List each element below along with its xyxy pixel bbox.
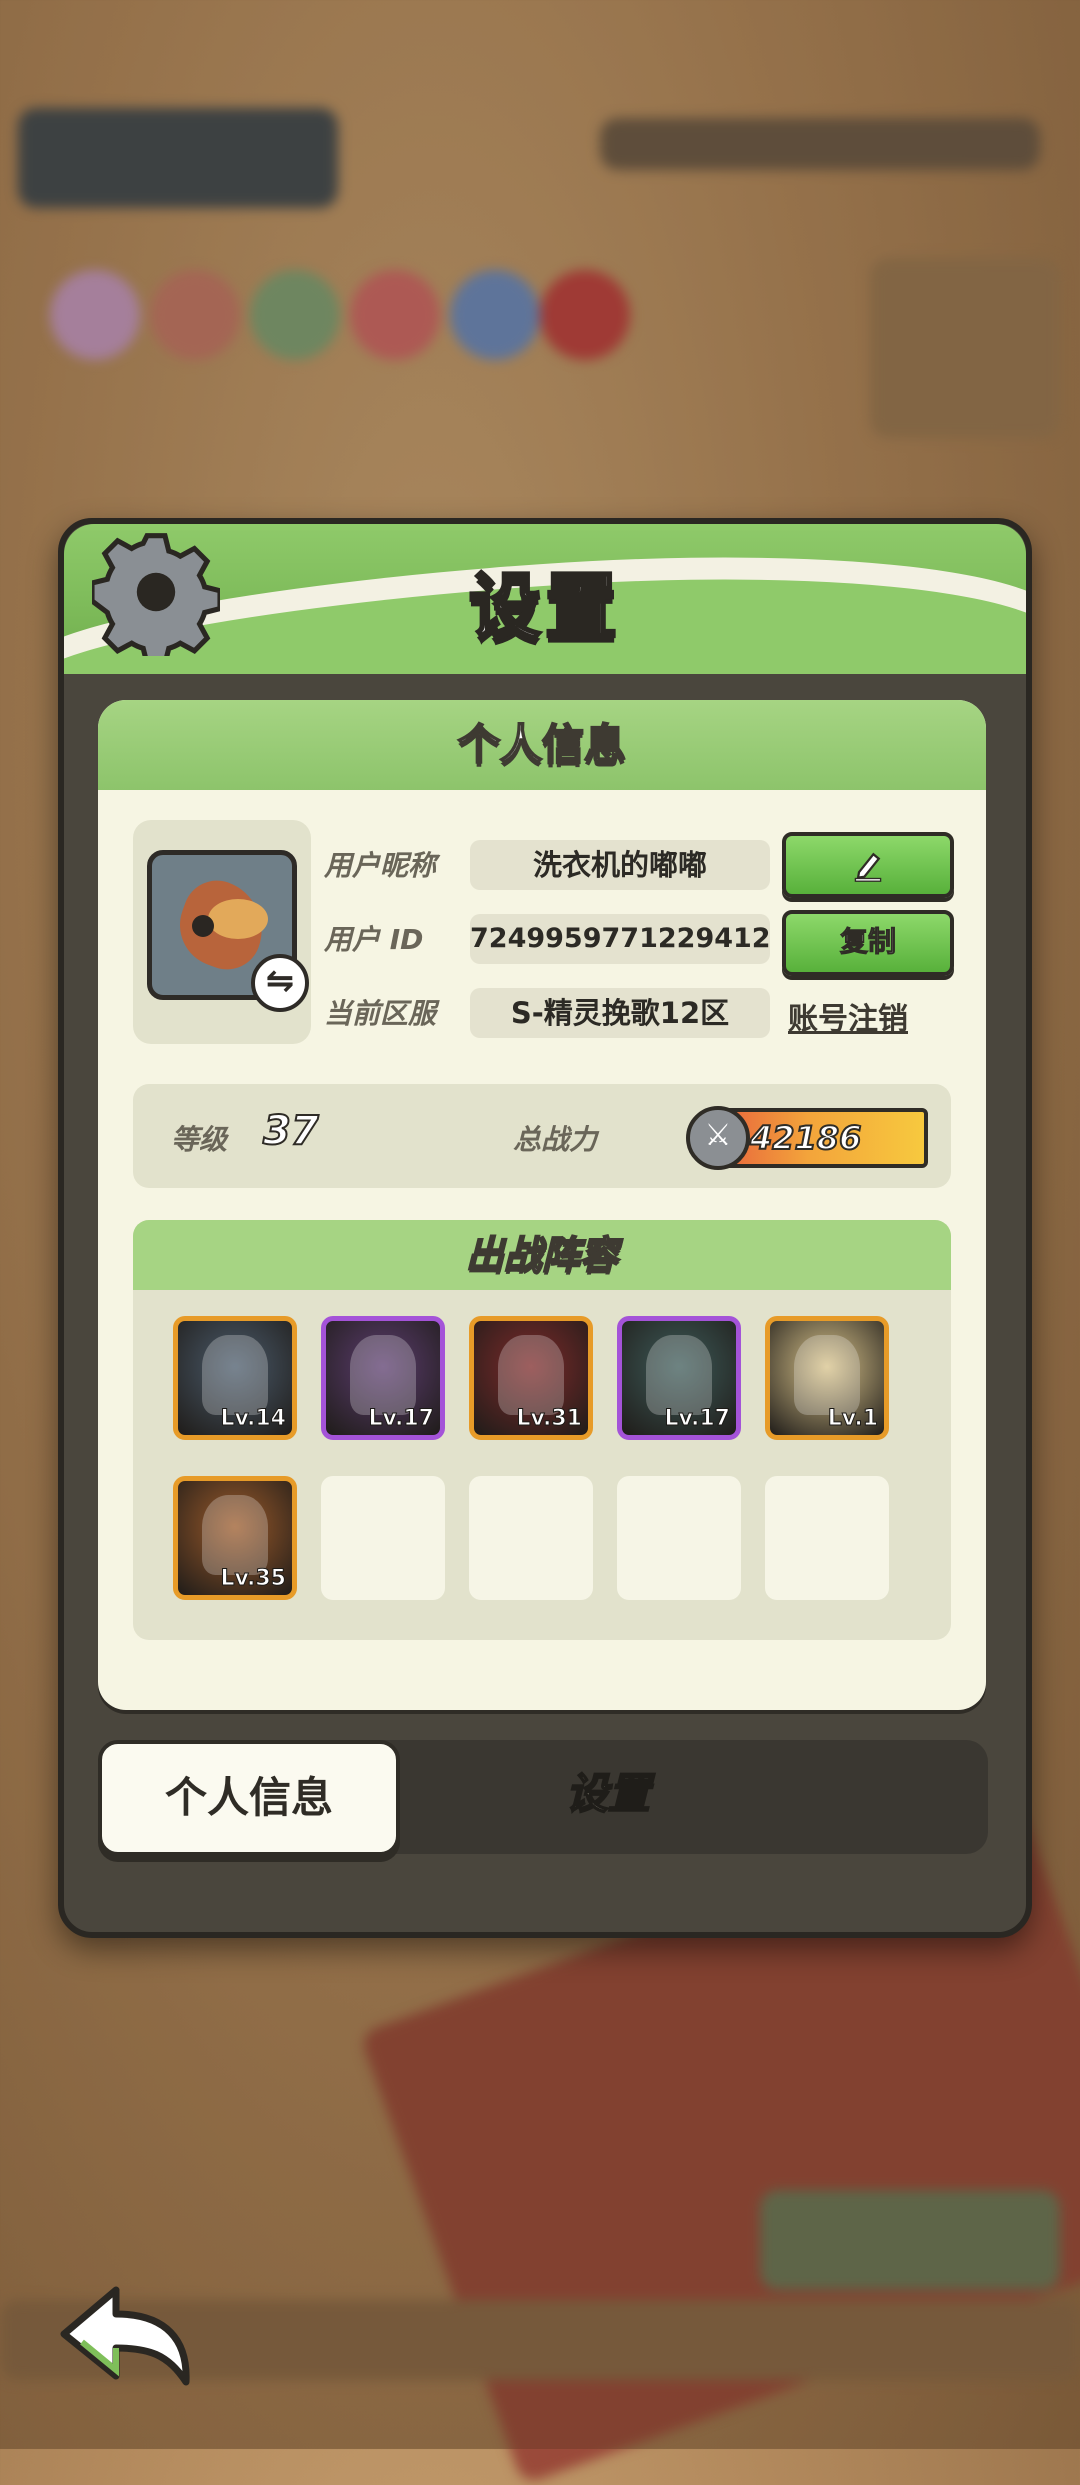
server-field: S-精灵挽歌12区 xyxy=(470,988,770,1038)
lineup-hero-slot[interactable]: Lv.17 xyxy=(617,1316,741,1440)
power-value: 42186 xyxy=(749,1118,862,1158)
hero-portrait xyxy=(350,1335,416,1415)
hero-level: Lv.35 xyxy=(220,1566,287,1592)
hero-level: Lv.14 xyxy=(220,1406,287,1432)
lineup-hero-slot[interactable]: Lv.17 xyxy=(321,1316,445,1440)
hero-portrait xyxy=(794,1335,860,1415)
power-badge: ⚔ 42186 xyxy=(686,1106,928,1170)
hero-portrait xyxy=(202,1335,268,1415)
nickname-field: 洗衣机的嘟嘟 xyxy=(470,840,770,890)
copy-id-button[interactable]: 复制 xyxy=(782,910,954,976)
settings-modal: 设置 个人信息 ⇋ 用户昵称 洗衣机的嘟嘟 用户 ID 724995977122… xyxy=(58,518,1032,1938)
lineup-empty-slot[interactable] xyxy=(469,1476,593,1600)
hero-portrait xyxy=(202,1495,268,1575)
lineup-empty-slot[interactable] xyxy=(617,1476,741,1600)
level-value: 37 xyxy=(262,1107,320,1155)
stats-bar: 等级 37 总战力 ⚔ 42186 xyxy=(133,1084,951,1188)
lineup-empty-slot[interactable] xyxy=(765,1476,889,1600)
crossed-swords-icon: ⚔ xyxy=(686,1106,750,1170)
lineup-hero-slot[interactable]: Lv.1 xyxy=(765,1316,889,1440)
edit-nickname-button[interactable] xyxy=(782,832,954,898)
lineup-header: 出战阵容 xyxy=(133,1220,951,1290)
lineup-hero-slot[interactable]: Lv.14 xyxy=(173,1316,297,1440)
user-id-field: 7249959771229412 xyxy=(470,914,770,964)
battle-lineup: 出战阵容 Lv.14 Lv.17 Lv.31 Lv.17 Lv.1 Lv.35 xyxy=(133,1220,951,1640)
lineup-hero-slot[interactable]: Lv.31 xyxy=(469,1316,593,1440)
hero-level: Lv.31 xyxy=(516,1406,583,1432)
profile-panel: 个人信息 ⇋ 用户昵称 洗衣机的嘟嘟 用户 ID 724995977122941… xyxy=(98,700,986,1710)
user-id-label: 用户 ID xyxy=(324,923,424,956)
nickname-label: 用户昵称 xyxy=(324,849,437,882)
hero-level: Lv.17 xyxy=(368,1406,435,1432)
hero-level: Lv.1 xyxy=(827,1406,878,1432)
tab-profile[interactable]: 个人信息 xyxy=(98,1740,400,1856)
back-arrow-icon[interactable] xyxy=(56,2284,196,2392)
avatar-container[interactable]: ⇋ xyxy=(133,820,311,1044)
lineup-hero-slot[interactable]: Lv.35 xyxy=(173,1476,297,1600)
pencil-icon xyxy=(854,852,882,882)
account-deletion-link[interactable]: 账号注销 xyxy=(788,994,908,1038)
hero-portrait xyxy=(646,1335,712,1415)
power-label: 总战力 xyxy=(513,1123,598,1156)
level-label: 等级 xyxy=(171,1123,228,1156)
tab-bar: 个人信息 设置 xyxy=(98,1740,988,1856)
server-label: 当前区服 xyxy=(324,997,437,1030)
tab-settings[interactable]: 设置 xyxy=(458,1740,758,1848)
lineup-empty-slot[interactable] xyxy=(321,1476,445,1600)
swap-avatar-icon[interactable]: ⇋ xyxy=(251,954,309,1012)
modal-title: 设置 xyxy=(467,564,621,651)
hero-level: Lv.17 xyxy=(664,1406,731,1432)
panel-header: 个人信息 xyxy=(98,700,986,790)
hero-portrait xyxy=(498,1335,564,1415)
